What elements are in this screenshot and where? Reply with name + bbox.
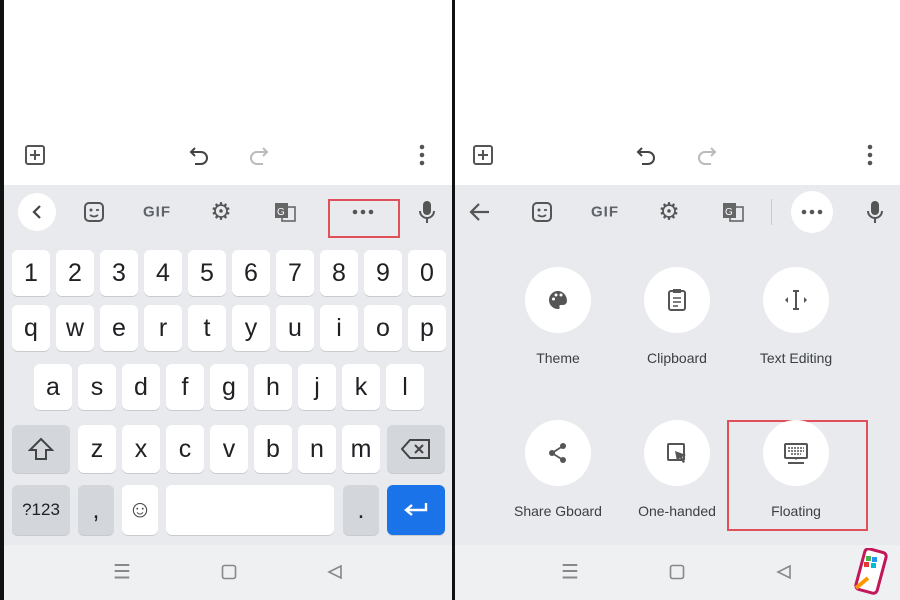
translate-icon[interactable]: G xyxy=(722,202,744,222)
text-cursor-icon[interactable] xyxy=(783,289,809,311)
key-c[interactable]: c xyxy=(166,425,204,473)
settings-gear-icon[interactable]: ⚙ xyxy=(210,198,232,227)
recents-menu-icon[interactable]: ☰ xyxy=(561,560,579,585)
share-icon[interactable] xyxy=(548,442,568,464)
key-e[interactable]: e xyxy=(100,305,138,351)
menu-item-label[interactable]: One-handed xyxy=(638,503,716,519)
more-vert-icon[interactable] xyxy=(867,144,873,166)
key-s[interactable]: s xyxy=(78,364,116,410)
key-u[interactable]: u xyxy=(276,305,314,351)
more-horiz-icon[interactable] xyxy=(801,209,823,215)
key-v[interactable]: v xyxy=(210,425,248,473)
key-2[interactable]: 2 xyxy=(56,250,94,296)
key-o[interactable]: o xyxy=(364,305,402,351)
microphone-icon[interactable] xyxy=(867,200,883,224)
key-r[interactable]: r xyxy=(144,305,182,351)
key-x[interactable]: x xyxy=(122,425,160,473)
left-phone-screen: GIF ⚙ G 1234567890 qwertyuiop asdfghjkl zxc… xyxy=(0,0,452,600)
key-m[interactable]: m xyxy=(342,425,380,473)
key-j[interactable]: j xyxy=(298,364,336,410)
recents-menu-icon[interactable]: ☰ xyxy=(113,560,131,585)
menu-item-label[interactable]: Theme xyxy=(536,350,580,366)
microphone-icon[interactable] xyxy=(419,200,435,224)
back-triangle-icon[interactable] xyxy=(776,564,792,580)
highlight-box xyxy=(328,199,400,238)
back-arrow-icon[interactable] xyxy=(469,203,489,221)
undo-icon[interactable] xyxy=(189,145,211,165)
symbols-key[interactable]: ?123 xyxy=(12,485,70,535)
undo-icon[interactable] xyxy=(636,145,658,165)
key-9[interactable]: 9 xyxy=(364,250,402,296)
menu-item-label[interactable]: Text Editing xyxy=(760,350,832,366)
gif-button[interactable]: GIF xyxy=(591,204,619,221)
palette-icon[interactable] xyxy=(547,289,569,311)
home-square-icon[interactable] xyxy=(669,564,685,580)
key-w[interactable]: w xyxy=(56,305,94,351)
more-vert-icon[interactable] xyxy=(419,144,425,166)
key-f[interactable]: f xyxy=(166,364,204,410)
key-z[interactable]: z xyxy=(78,425,116,473)
floating-keyboard-icon[interactable] xyxy=(783,442,809,464)
key-d[interactable]: d xyxy=(122,364,160,410)
space-key[interactable] xyxy=(166,485,334,535)
right-phone-screen: GIF ⚙ G Theme Clipboard Text Editing Share … xyxy=(455,0,900,600)
watermark-logo-icon xyxy=(852,548,888,598)
svg-text:G: G xyxy=(725,207,733,218)
sticker-icon[interactable] xyxy=(531,201,553,223)
chevron-left-icon[interactable] xyxy=(32,205,42,219)
system-nav-bar: ☰ xyxy=(455,545,900,600)
menu-item-label[interactable]: Clipboard xyxy=(647,350,707,366)
period-key[interactable]: . xyxy=(343,485,379,535)
menu-item-label[interactable]: Share Gboard xyxy=(514,503,602,519)
key-y[interactable]: y xyxy=(232,305,270,351)
clipboard-icon[interactable] xyxy=(667,288,687,312)
key-i[interactable]: i xyxy=(320,305,358,351)
add-box-icon[interactable] xyxy=(472,144,494,166)
key-3[interactable]: 3 xyxy=(100,250,138,296)
key-k[interactable]: k xyxy=(342,364,380,410)
key-5[interactable]: 5 xyxy=(188,250,226,296)
key-n[interactable]: n xyxy=(298,425,336,473)
redo-icon[interactable] xyxy=(695,145,717,165)
keyboard-menu: GIF ⚙ G Theme Clipboard Text Editing Share … xyxy=(455,185,900,545)
key-g[interactable]: g xyxy=(210,364,248,410)
separator xyxy=(771,199,772,225)
one-handed-icon[interactable] xyxy=(666,442,688,464)
redo-icon[interactable] xyxy=(247,145,269,165)
backspace-key[interactable] xyxy=(387,425,445,473)
more-horiz-icon[interactable] xyxy=(352,209,374,215)
add-box-icon[interactable] xyxy=(24,144,46,166)
svg-text:G: G xyxy=(277,207,285,218)
gif-button[interactable]: GIF xyxy=(143,204,171,221)
translate-icon[interactable]: G xyxy=(274,202,296,222)
key-b[interactable]: b xyxy=(254,425,292,473)
key-a[interactable]: a xyxy=(34,364,72,410)
key-7[interactable]: 7 xyxy=(276,250,314,296)
shift-key[interactable] xyxy=(12,425,70,473)
sticker-icon[interactable] xyxy=(83,201,105,223)
key-8[interactable]: 8 xyxy=(320,250,358,296)
enter-key[interactable] xyxy=(387,485,445,535)
emoji-icon: ☺ xyxy=(127,496,153,523)
emoji-key[interactable]: ☺ xyxy=(122,485,158,535)
key-4[interactable]: 4 xyxy=(144,250,182,296)
home-square-icon[interactable] xyxy=(221,564,237,580)
key-6[interactable]: 6 xyxy=(232,250,270,296)
key-q[interactable]: q xyxy=(12,305,50,351)
settings-gear-icon[interactable]: ⚙ xyxy=(658,198,680,227)
key-l[interactable]: l xyxy=(386,364,424,410)
system-nav-bar: ☰ xyxy=(4,545,452,600)
menu-item-label[interactable]: Floating xyxy=(771,503,821,519)
key-h[interactable]: h xyxy=(254,364,292,410)
keyboard: GIF ⚙ G 1234567890 qwertyuiop asdfghjkl zxc… xyxy=(4,185,452,545)
key-0[interactable]: 0 xyxy=(408,250,446,296)
key-t[interactable]: t xyxy=(188,305,226,351)
comma-key[interactable]: , xyxy=(78,485,114,535)
back-triangle-icon[interactable] xyxy=(327,564,343,580)
key-1[interactable]: 1 xyxy=(12,250,50,296)
key-p[interactable]: p xyxy=(408,305,446,351)
